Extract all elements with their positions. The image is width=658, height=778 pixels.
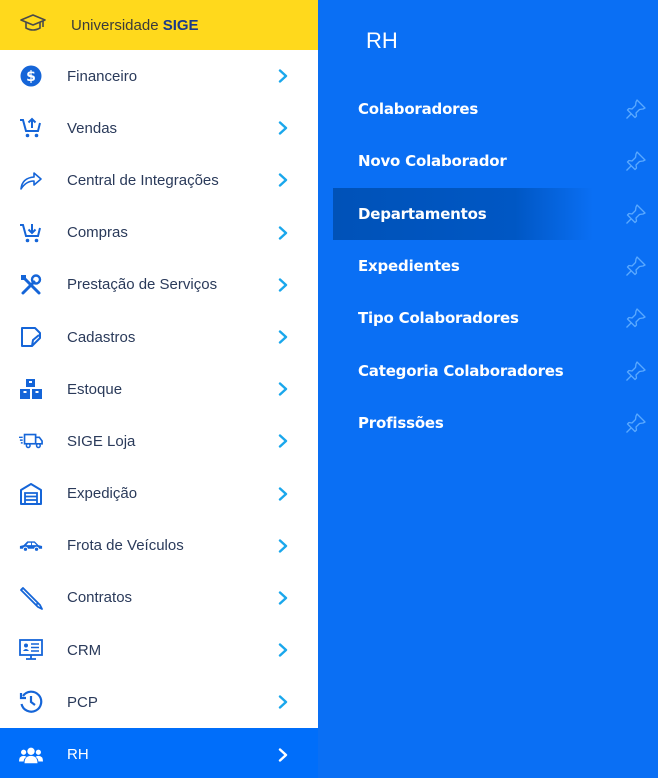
pin-icon[interactable] <box>625 307 647 329</box>
car-icon <box>19 534 43 558</box>
submenu-item-label: Profissões <box>358 413 444 432</box>
boxes-icon <box>19 377 43 401</box>
submenu-item-colaboradores[interactable]: Colaboradores <box>333 83 658 135</box>
chevron-right-icon <box>277 225 289 240</box>
tools-icon <box>19 273 43 297</box>
pin-icon[interactable] <box>625 412 647 434</box>
submenu-item-label: Tipo Colaboradores <box>358 309 519 328</box>
sidebar-item-estoque[interactable]: Estoque <box>0 363 318 415</box>
submenu-item-label: Colaboradores <box>358 100 479 118</box>
edit-doc-icon <box>19 325 43 349</box>
truck-icon <box>19 429 43 453</box>
sidebar-item-label: PCP <box>67 693 98 711</box>
sidebar-item-label: Financeiro <box>67 67 138 85</box>
sidebar-item-label: Cadastros <box>67 328 136 346</box>
chevron-right-icon <box>277 173 289 188</box>
pin-icon[interactable] <box>625 98 647 120</box>
sidebar-item-label: Estoque <box>67 380 123 398</box>
sidebar-item-label: Vendas <box>67 119 118 137</box>
sidebar-item-prestacao-de-servicos[interactable]: Prestação de Serviços <box>0 259 318 311</box>
sidebar-item-label: CRM <box>67 641 102 659</box>
sidebar-item-expedicao[interactable]: Expedição <box>0 468 318 520</box>
chevron-right-icon <box>277 69 289 83</box>
sidebar-item-cadastros[interactable]: Cadastros <box>0 311 318 363</box>
chevron-right-icon <box>277 591 289 605</box>
chevron-right-icon <box>277 278 289 292</box>
chevron-right-icon <box>277 121 289 135</box>
sidebar-item-crm[interactable]: CRM <box>0 624 318 676</box>
submenu-item-label: Novo Colaborador <box>358 152 507 171</box>
submenu-item-novo-colaborador[interactable]: Novo Colaborador <box>333 135 658 187</box>
pen-icon <box>19 586 43 610</box>
users-icon <box>19 743 43 767</box>
main-sidebar: Universidade SIGE $ Financeiro Vendas Centr… <box>0 0 318 778</box>
sidebar-item-pcp[interactable]: PCP <box>0 676 318 728</box>
cart-up-icon <box>19 116 43 140</box>
chevron-right-icon <box>277 434 289 449</box>
share-arrow-icon <box>19 168 43 192</box>
chevron-right-icon <box>277 382 289 396</box>
universidade-sige-link[interactable]: Universidade SIGE <box>0 0 318 50</box>
sidebar-item-compras[interactable]: Compras <box>0 207 318 259</box>
sidebar-item-rh[interactable]: RH <box>0 728 318 778</box>
sidebar-item-label: Expedição <box>67 485 138 503</box>
pin-icon[interactable] <box>625 150 647 172</box>
submenu-item-tipo-colaboradores[interactable]: Tipo Colaboradores <box>333 292 658 344</box>
sidebar-item-central-de-integracoes[interactable]: Central de Integrações <box>0 154 318 206</box>
sidebar-item-label: Central de Integrações <box>67 171 219 189</box>
sidebar-item-vendas[interactable]: Vendas <box>0 102 318 154</box>
sidebar-item-financeiro[interactable]: $ Financeiro <box>0 50 318 102</box>
chevron-right-icon <box>277 643 289 657</box>
submenu-item-label: Categoria Colaboradores <box>358 361 564 380</box>
clock-icon <box>19 690 43 714</box>
submenu-item-categoria-colaboradores[interactable]: Categoria Colaboradores <box>333 345 658 397</box>
sidebar-item-label: SIGE Loja <box>67 432 136 450</box>
pin-icon[interactable] <box>625 203 647 225</box>
sidebar-item-label: Frota de Veículos <box>67 537 184 555</box>
chevron-right-icon <box>277 330 289 344</box>
chevron-right-icon <box>277 539 289 553</box>
sidebar-item-label: Compras <box>67 224 128 242</box>
universidade-label: Universidade SIGE <box>71 16 199 34</box>
graduation-cap-icon <box>20 12 46 39</box>
chevron-right-icon <box>277 486 289 501</box>
sidebar-item-label: RH <box>67 746 89 764</box>
cart-down-icon <box>19 221 43 245</box>
rh-submenu: RH Colaboradores Novo Colaborador Departam… <box>318 0 658 778</box>
sidebar-item-label: Contratos <box>67 589 133 607</box>
pin-icon[interactable] <box>625 360 647 382</box>
sidebar-item-frota-de-veiculos[interactable]: Frota de Veículos <box>0 520 318 572</box>
submenu-item-expedientes[interactable]: Expedientes <box>333 240 658 292</box>
sidebar-item-label: Prestação de Serviços <box>67 276 218 294</box>
submenu-item-label: Departamentos <box>358 204 487 223</box>
submenu-item-label: Expedientes <box>358 256 460 275</box>
warehouse-icon <box>19 482 43 506</box>
svg-text:$: $ <box>26 69 36 85</box>
chevron-right-icon <box>277 695 289 710</box>
sidebar-item-contratos[interactable]: Contratos <box>0 572 318 624</box>
submenu-item-profissoes[interactable]: Profissões <box>333 397 658 449</box>
id-card-icon <box>19 638 43 662</box>
pin-icon[interactable] <box>625 255 647 277</box>
submenu-title: RH <box>366 28 398 53</box>
dollar-circle-icon: $ <box>19 64 43 88</box>
sidebar-item-sige-loja[interactable]: SIGE Loja <box>0 415 318 467</box>
submenu-item-departamentos[interactable]: Departamentos <box>333 187 658 240</box>
chevron-right-icon <box>277 747 289 762</box>
